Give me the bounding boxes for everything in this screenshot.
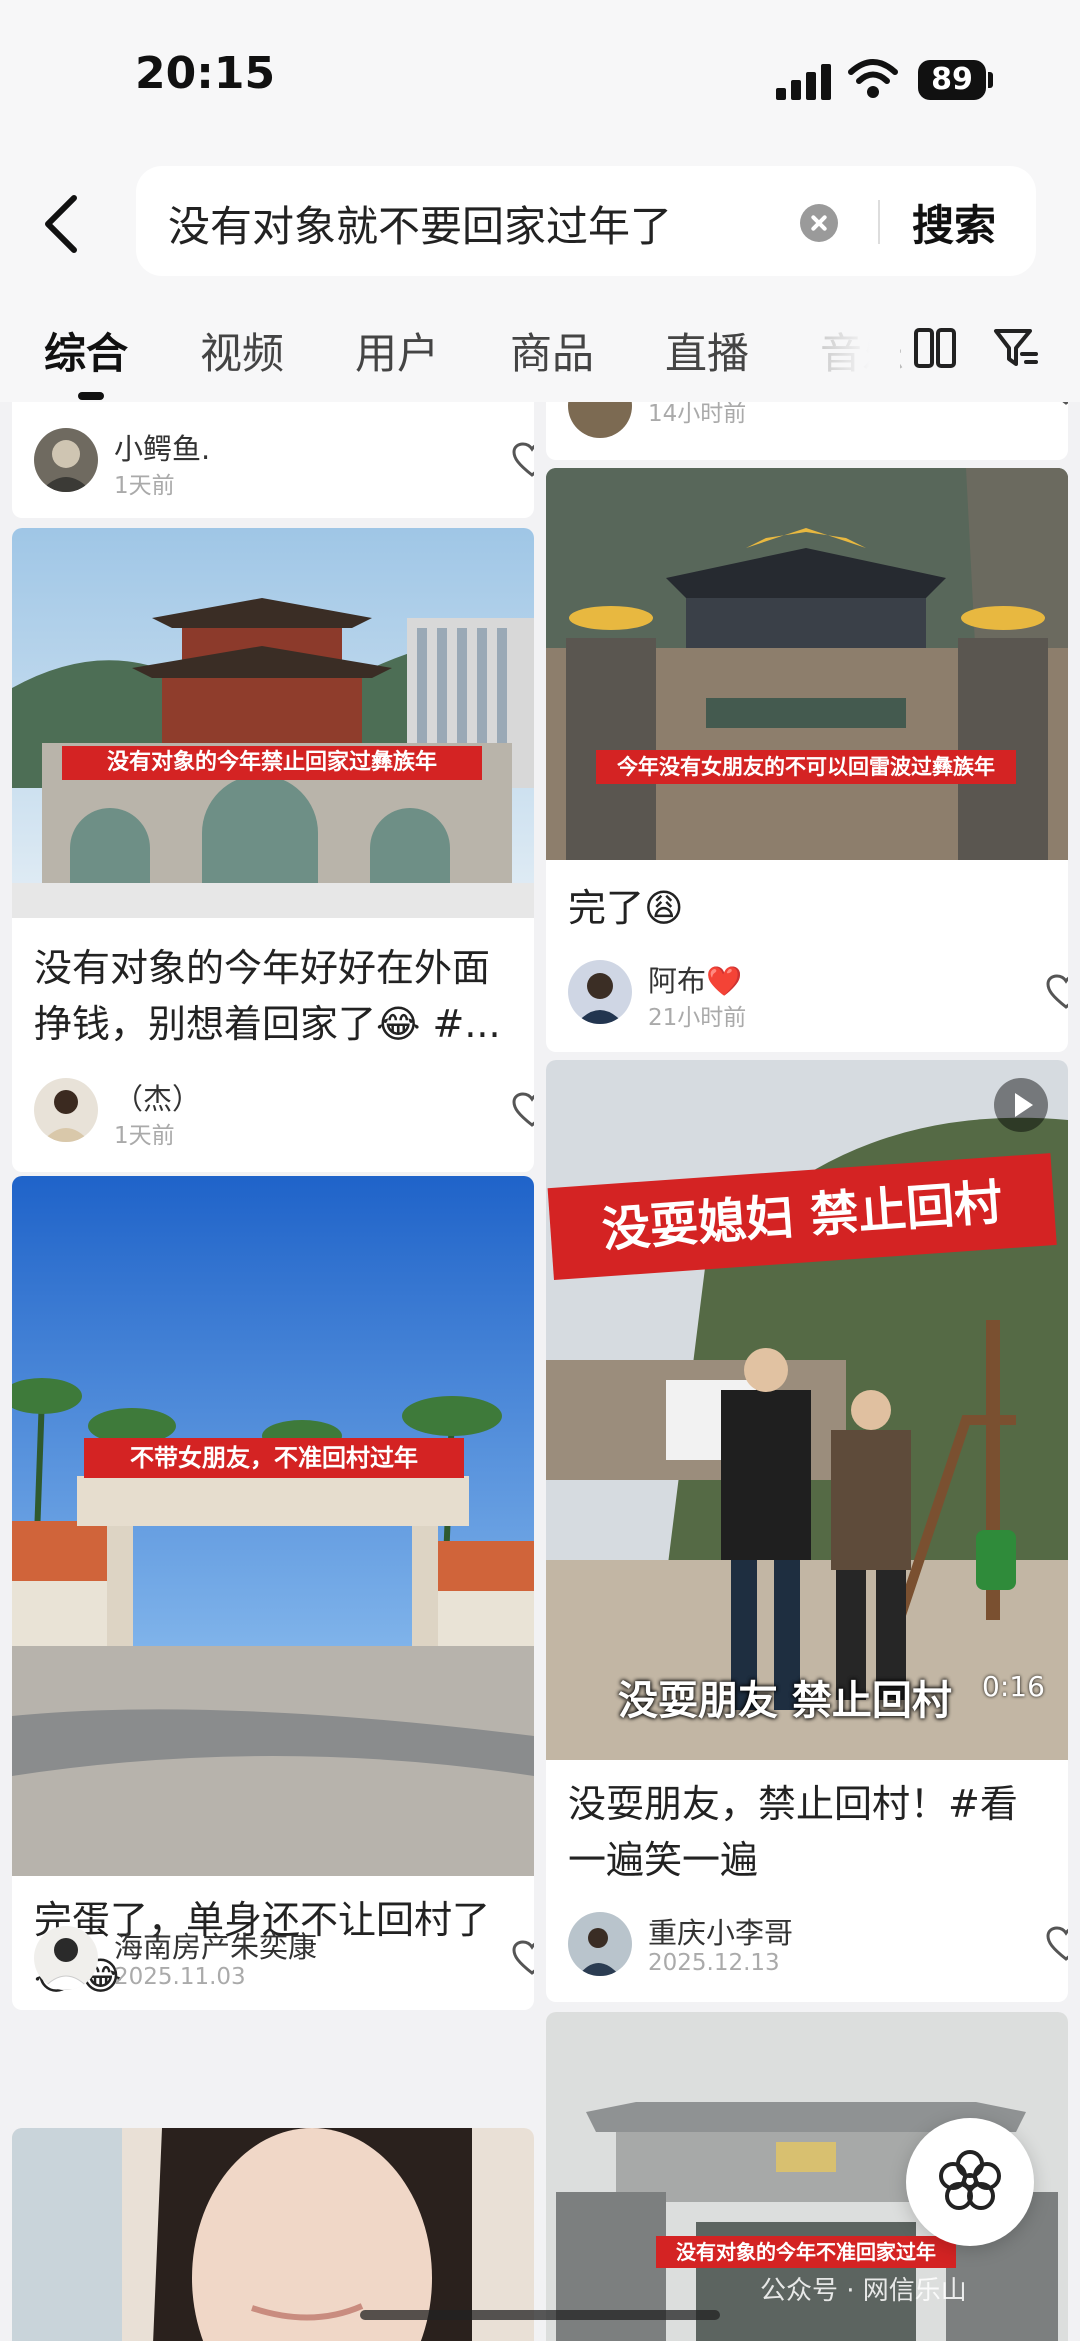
post-time: 21小时前 bbox=[648, 1005, 747, 1031]
tab-products[interactable]: 商品 bbox=[510, 320, 594, 381]
filter-icon[interactable] bbox=[992, 326, 1038, 370]
post-caption: 没耍朋友，禁止回村！#看一遍笑一遍 bbox=[568, 1782, 1018, 1882]
author-name: 重庆小李哥 bbox=[648, 1916, 794, 1950]
tab-comprehensive[interactable]: 综合 bbox=[44, 320, 128, 381]
video-duration: 0:16 bbox=[982, 1670, 1045, 1703]
heart-icon bbox=[1046, 1926, 1068, 1961]
author-name: 小鳄鱼. bbox=[114, 432, 211, 466]
author-row: 小鳄鱼. 1天前 34 bbox=[34, 428, 534, 499]
post-image: 没有对象的今年禁止回家过彝族年 bbox=[12, 528, 534, 918]
post-caption: 完了😩 bbox=[568, 886, 684, 930]
author-row: 阿布❤️ 21小时前 27 bbox=[568, 960, 1068, 1031]
search-query-text: 没有对象就不要回家过年了 bbox=[168, 202, 673, 251]
flower-icon bbox=[939, 2150, 1001, 2210]
author-row: 14小时前 13 bbox=[568, 402, 1068, 444]
post-time: 14小时前 bbox=[648, 402, 747, 427]
watermark-text: 公众号 · 网信乐山 bbox=[760, 2276, 967, 2306]
clear-icon[interactable] bbox=[800, 204, 838, 242]
avatar[interactable] bbox=[34, 1078, 98, 1142]
result-tabs: 综合 视频 用户 商品 直播 音乐 bbox=[0, 290, 1080, 402]
status-time: 20:15 bbox=[135, 48, 276, 99]
active-tab-indicator bbox=[78, 392, 104, 400]
heart-icon bbox=[512, 1092, 534, 1127]
back-arrow-icon[interactable] bbox=[30, 184, 96, 264]
search-header: 没有对象就不要回家过年了 搜索 bbox=[0, 160, 1080, 290]
result-card-3[interactable]: 不带女朋友，不准回村过年 完蛋了，单身还不让回村了😂😂 bbox=[12, 1176, 534, 2010]
author-name: 海南房产朱奕康 bbox=[114, 1930, 318, 1964]
post-caption: 没有对象的今年好好在外面挣钱，别想着回家了😂 #... bbox=[34, 946, 501, 1046]
layout-toggle-icon[interactable] bbox=[912, 326, 958, 370]
heart-icon bbox=[1062, 402, 1068, 405]
wifi-icon bbox=[848, 59, 898, 98]
author-name: 阿布❤️ bbox=[648, 964, 743, 998]
video-subtitle: 没耍朋友 禁止回村 bbox=[618, 1678, 952, 1724]
author-row: 重庆小李哥 2025.12.13 1245 bbox=[568, 1912, 1068, 1982]
author-row: 海南房产朱奕康 2025.11.03 396 bbox=[34, 1926, 534, 1996]
avatar[interactable] bbox=[34, 428, 98, 492]
author-name: （杰） bbox=[114, 1082, 202, 1116]
battery-icon bbox=[988, 72, 993, 88]
banner-text: 没有对象的今年禁止回家过彝族年 bbox=[62, 746, 482, 780]
avatar[interactable] bbox=[568, 1912, 632, 1976]
post-image: 不带女朋友，不准回村过年 bbox=[12, 1176, 534, 1876]
result-card-7[interactable]: 没耍媳妇 禁止回村 没耍朋友 禁止回村 0:16 没耍朋友，禁止回村！#看一遍笑… bbox=[546, 1060, 1068, 2002]
result-card-2[interactable]: 没有对象的今年禁止回家过彝族年 没有对象的今年好好在外面挣钱，别想着回家了😂 #… bbox=[12, 528, 534, 1172]
result-card-6[interactable]: 今年没有女朋友的不可以回雷波过彝族年 完了😩 阿布❤️ 21小时前 27 bbox=[546, 468, 1068, 1052]
avatar[interactable] bbox=[34, 1926, 98, 1990]
avatar[interactable] bbox=[568, 402, 632, 438]
post-image: 今年没有女朋友的不可以回雷波过彝族年 bbox=[546, 468, 1068, 860]
search-button[interactable]: 搜索 bbox=[912, 192, 996, 253]
heart-icon bbox=[512, 1940, 534, 1975]
tab-video[interactable]: 视频 bbox=[200, 320, 284, 381]
status-bar: 20:15 89 bbox=[0, 0, 1080, 160]
result-card-1[interactable]: 小鳄鱼. 1天前 34 bbox=[12, 402, 534, 518]
author-row: （杰） 1天前 311 bbox=[34, 1078, 534, 1149]
result-card-5[interactable]: 14小时前 13 bbox=[546, 402, 1068, 460]
tab-live[interactable]: 直播 bbox=[665, 320, 749, 381]
tab-users[interactable]: 用户 bbox=[355, 320, 439, 381]
avatar[interactable] bbox=[568, 960, 632, 1024]
results-feed: 小鳄鱼. 1天前 34 没有对象的今 bbox=[0, 402, 1080, 2341]
home-indicator[interactable] bbox=[360, 2310, 720, 2320]
floating-menu-button[interactable] bbox=[906, 2118, 1034, 2246]
post-time: 1天前 bbox=[114, 473, 175, 499]
post-time: 2025.12.13 bbox=[648, 1950, 780, 1976]
search-divider bbox=[878, 200, 880, 244]
play-icon[interactable] bbox=[994, 1078, 1048, 1132]
heart-icon bbox=[512, 442, 534, 477]
banner-text: 今年没有女朋友的不可以回雷波过彝族年 bbox=[596, 750, 1016, 784]
heart-icon bbox=[1046, 974, 1068, 1009]
search-input[interactable]: 没有对象就不要回家过年了 搜索 bbox=[136, 166, 1036, 276]
cellular-signal-icon bbox=[776, 64, 834, 100]
tab-fade bbox=[800, 310, 900, 380]
post-image: 没耍媳妇 禁止回村 没耍朋友 禁止回村 0:16 bbox=[546, 1060, 1068, 1760]
post-time: 2025.11.03 bbox=[114, 1964, 246, 1990]
result-card-3-footer: 海南房产朱奕康 2025.11.03 396 bbox=[12, 1912, 534, 2012]
post-time: 1天前 bbox=[114, 1123, 175, 1149]
banner-text: 不带女朋友，不准回村过年 bbox=[84, 1438, 464, 1478]
battery-level: 89 bbox=[918, 60, 986, 100]
